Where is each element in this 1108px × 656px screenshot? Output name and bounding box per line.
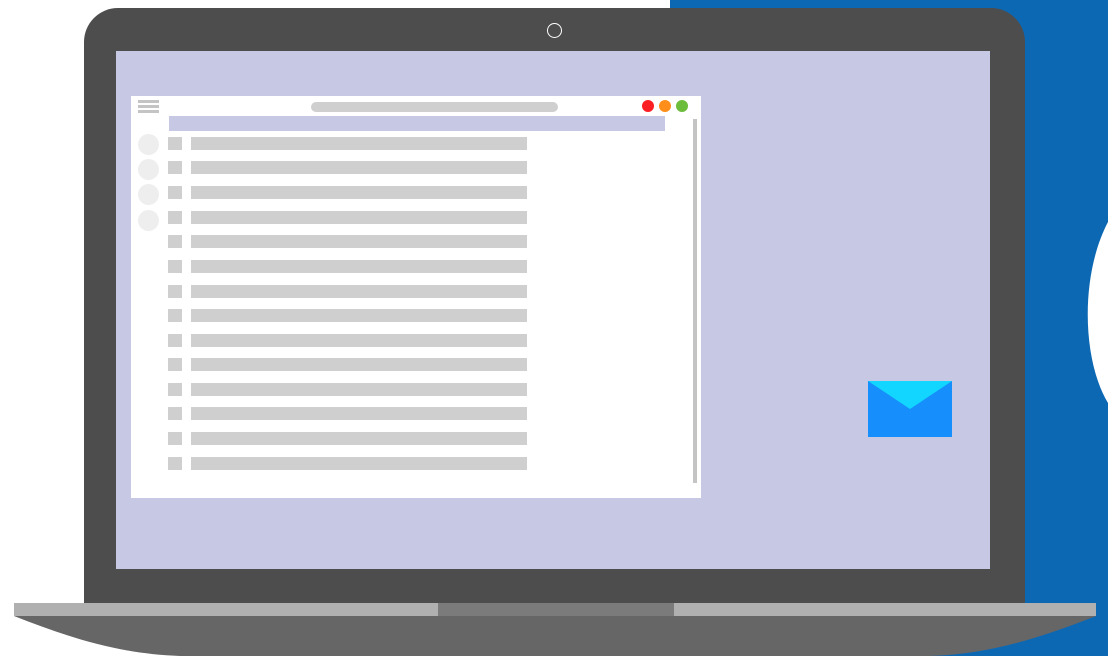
row-checkbox[interactable] — [168, 186, 182, 199]
row-checkbox[interactable] — [168, 457, 182, 470]
list-item[interactable] — [191, 285, 527, 298]
webcam-icon — [547, 23, 562, 38]
maximize-window-button[interactable] — [676, 100, 688, 112]
vertical-scrollbar[interactable] — [693, 119, 697, 483]
list-item[interactable] — [191, 432, 527, 445]
close-window-button[interactable] — [642, 100, 654, 112]
list-item[interactable] — [191, 260, 527, 273]
laptop-hinge-notch — [438, 603, 674, 616]
list-item[interactable] — [191, 137, 527, 150]
list-item[interactable] — [191, 383, 527, 396]
list-item[interactable] — [191, 161, 527, 174]
row-checkbox[interactable] — [168, 358, 182, 371]
list-item[interactable] — [191, 334, 527, 347]
row-checkbox[interactable] — [168, 161, 182, 174]
row-checkbox[interactable] — [168, 407, 182, 420]
list-item[interactable] — [191, 457, 527, 470]
row-checkbox[interactable] — [168, 309, 182, 322]
list-header-bar — [169, 116, 665, 131]
avatar[interactable] — [138, 210, 159, 231]
mail-app-window — [131, 96, 701, 498]
hamburger-menu-icon[interactable] — [138, 100, 159, 113]
list-item[interactable] — [191, 235, 527, 248]
row-checkbox[interactable] — [168, 383, 182, 396]
minimize-window-button[interactable] — [659, 100, 671, 112]
address-bar[interactable] — [311, 102, 558, 112]
avatar[interactable] — [138, 184, 159, 205]
list-item[interactable] — [191, 186, 527, 199]
laptop-base-bottom — [14, 616, 1096, 656]
row-checkbox[interactable] — [168, 235, 182, 248]
envelope-icon[interactable] — [868, 381, 952, 437]
row-checkbox[interactable] — [168, 285, 182, 298]
avatar[interactable] — [138, 159, 159, 180]
list-item[interactable] — [191, 309, 527, 322]
row-checkbox[interactable] — [168, 432, 182, 445]
avatar[interactable] — [138, 134, 159, 155]
list-item[interactable] — [191, 211, 527, 224]
row-checkbox[interactable] — [168, 334, 182, 347]
row-checkbox[interactable] — [168, 260, 182, 273]
row-checkbox[interactable] — [168, 137, 182, 150]
row-checkbox[interactable] — [168, 211, 182, 224]
list-item[interactable] — [191, 407, 527, 420]
list-item[interactable] — [191, 358, 527, 371]
